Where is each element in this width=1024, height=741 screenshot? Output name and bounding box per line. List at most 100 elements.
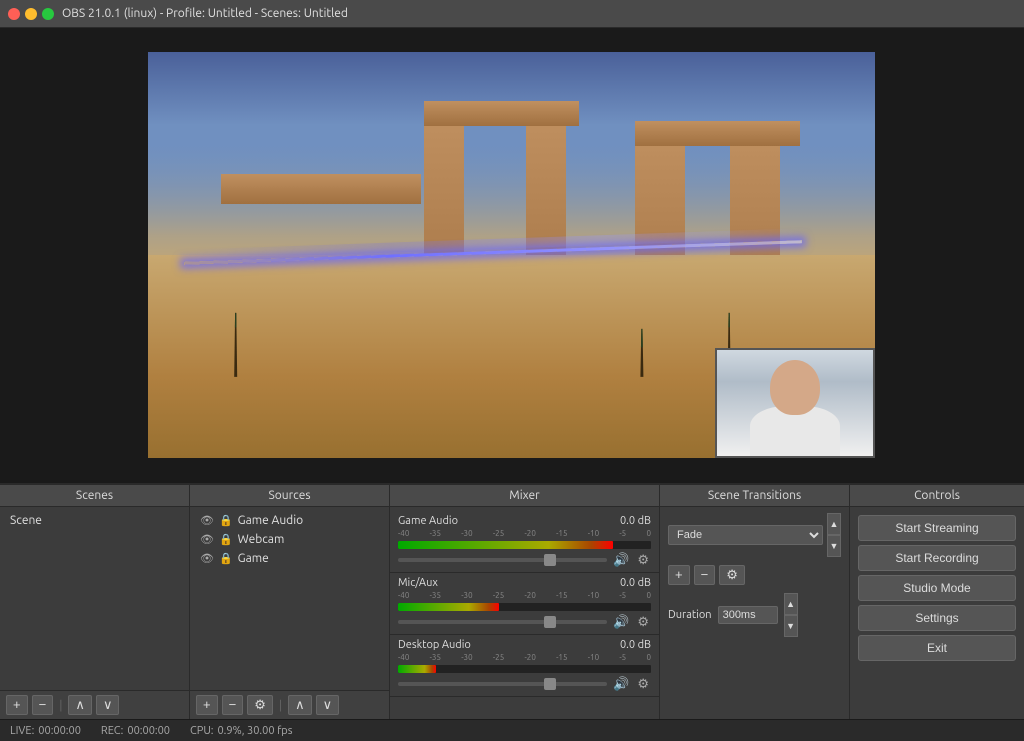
fader[interactable] xyxy=(398,620,607,624)
scenes-panel-header: Scenes xyxy=(0,485,189,507)
source-item-game[interactable]: 👁 🔒 Game xyxy=(194,549,385,568)
controls-header-label: Controls xyxy=(914,489,960,502)
close-button[interactable] xyxy=(8,8,20,20)
meter-ticks: -40-35-30-25-20-15-10-50 xyxy=(398,529,651,538)
add-scene-button[interactable]: + xyxy=(6,695,28,715)
move-scene-down-button[interactable]: ∨ xyxy=(96,695,120,715)
mixer-panel: Mixer Game Audio 0.0 dB -40-35-30-25-20-… xyxy=(390,485,660,719)
track-settings-button[interactable]: ⚙ xyxy=(635,676,651,692)
add-transition-button[interactable]: + xyxy=(668,565,690,585)
source-settings-button[interactable]: ⚙ xyxy=(247,695,273,715)
source-name: Game Audio xyxy=(238,514,303,527)
rec-label: REC: xyxy=(101,725,123,737)
source-item-webcam[interactable]: 👁 🔒 Webcam xyxy=(194,530,385,549)
source-name: Webcam xyxy=(238,533,285,546)
controls-panel-header: Controls xyxy=(850,485,1024,507)
cpu-label: CPU: xyxy=(190,725,213,737)
mixer-track-mic-aux: Mic/Aux 0.0 dB -40-35-30-25-20-15-10-50 … xyxy=(390,573,659,635)
statusbar: LIVE: 00:00:00 REC: 00:00:00 CPU: 0.9%, … xyxy=(0,719,1024,741)
duration-spin-down[interactable]: ▼ xyxy=(784,615,798,637)
window-controls[interactable] xyxy=(8,8,54,20)
transition-settings-button[interactable]: ⚙ xyxy=(719,565,745,585)
source-item-game-audio[interactable]: 👁 🔒 Game Audio xyxy=(194,511,385,530)
studio-mode-button[interactable]: Studio Mode xyxy=(858,575,1016,601)
maximize-button[interactable] xyxy=(42,8,54,20)
scenes-toolbar: + − | ∧ ∨ xyxy=(0,690,189,719)
move-source-down-button[interactable]: ∨ xyxy=(316,695,340,715)
meter-container xyxy=(398,665,651,673)
mute-button[interactable]: 🔊 xyxy=(611,552,631,568)
transitions-content: Fade Cut Swipe ▲ ▼ + − ⚙ Duration ▲ xyxy=(660,507,849,719)
fader-row: 🔊 ⚙ xyxy=(398,676,651,692)
titlebar: OBS 21.0.1 (linux) - Profile: Untitled -… xyxy=(0,0,1024,28)
track-name: Desktop Audio xyxy=(398,639,471,651)
sources-panel: Sources 👁 🔒 Game Audio 👁 🔒 Webcam 👁 🔒 Ga… xyxy=(190,485,390,719)
fader-thumb[interactable] xyxy=(544,554,556,566)
lock-icon: 🔒 xyxy=(219,552,233,565)
scenes-panel: Scenes Scene + − | ∧ ∨ xyxy=(0,485,190,719)
remove-transition-button[interactable]: − xyxy=(694,565,716,585)
mute-button[interactable]: 🔊 xyxy=(611,614,631,630)
mixer-tracks: Game Audio 0.0 dB -40-35-30-25-20-15-10-… xyxy=(390,507,659,719)
mute-button[interactable]: 🔊 xyxy=(611,676,631,692)
add-source-button[interactable]: + xyxy=(196,695,218,715)
fader[interactable] xyxy=(398,558,607,562)
meter-container xyxy=(398,541,651,549)
start-streaming-button[interactable]: Start Streaming xyxy=(858,515,1016,541)
lock-icon: 🔒 xyxy=(219,533,233,546)
transition-spinners: ▲ ▼ xyxy=(827,513,841,557)
sources-header-label: Sources xyxy=(268,489,310,502)
transition-toolbar: + − ⚙ xyxy=(668,565,841,585)
transition-spin-up[interactable]: ▲ xyxy=(827,513,841,535)
cpu-status: CPU: 0.9%, 30.00 fps xyxy=(190,725,292,737)
duration-spin-up[interactable]: ▲ xyxy=(784,593,798,615)
meter-ticks: -40-35-30-25-20-15-10-50 xyxy=(398,653,651,662)
track-settings-button[interactable]: ⚙ xyxy=(635,552,651,568)
track-db: 0.0 dB xyxy=(620,515,651,527)
duration-spinners: ▲ ▼ xyxy=(784,593,798,637)
duration-input[interactable] xyxy=(718,606,778,624)
mixer-header-label: Mixer xyxy=(509,489,539,502)
scene-item[interactable]: Scene xyxy=(4,511,185,530)
fader-thumb[interactable] xyxy=(544,616,556,628)
track-name: Mic/Aux xyxy=(398,577,438,589)
mixer-track-desktop-audio: Desktop Audio 0.0 dB -40-35-30-25-20-15-… xyxy=(390,635,659,697)
eye-icon: 👁 xyxy=(200,514,214,527)
live-time: 00:00:00 xyxy=(38,725,81,737)
eye-icon: 👁 xyxy=(200,533,214,546)
controls-content: Start Streaming Start Recording Studio M… xyxy=(850,507,1024,719)
cpu-value: 0.9%, 30.00 fps xyxy=(217,725,292,737)
fader-thumb[interactable] xyxy=(544,678,556,690)
source-name: Game xyxy=(238,552,269,565)
transitions-panel-header: Scene Transitions xyxy=(660,485,849,507)
eye-icon: 👁 xyxy=(200,552,214,565)
remove-source-button[interactable]: − xyxy=(222,695,244,715)
track-db: 0.0 dB xyxy=(620,577,651,589)
sources-toolbar: + − ⚙ | ∧ ∨ xyxy=(190,690,389,719)
exit-button[interactable]: Exit xyxy=(858,635,1016,661)
mixer-track-game-audio: Game Audio 0.0 dB -40-35-30-25-20-15-10-… xyxy=(390,511,659,573)
track-name: Game Audio xyxy=(398,515,458,527)
move-source-up-button[interactable]: ∧ xyxy=(288,695,312,715)
minimize-button[interactable] xyxy=(25,8,37,20)
rec-time: 00:00:00 xyxy=(127,725,170,737)
webcam-overlay xyxy=(715,348,875,458)
track-db: 0.0 dB xyxy=(620,639,651,651)
transition-spin-down[interactable]: ▼ xyxy=(827,535,841,557)
transition-select[interactable]: Fade Cut Swipe xyxy=(668,525,823,545)
main-panels: Scenes Scene + − | ∧ ∨ Sources 👁 🔒 Game … xyxy=(0,483,1024,719)
transitions-panel: Scene Transitions Fade Cut Swipe ▲ ▼ + −… xyxy=(660,485,850,719)
duration-label: Duration xyxy=(668,609,712,621)
settings-button[interactable]: Settings xyxy=(858,605,1016,631)
mixer-panel-header: Mixer xyxy=(390,485,659,507)
duration-row: Duration ▲ ▼ xyxy=(668,593,841,637)
live-label: LIVE: xyxy=(10,725,34,737)
live-status: LIVE: 00:00:00 xyxy=(10,725,81,737)
fader[interactable] xyxy=(398,682,607,686)
meter-bar xyxy=(398,665,436,673)
fader-row: 🔊 ⚙ xyxy=(398,552,651,568)
start-recording-button[interactable]: Start Recording xyxy=(858,545,1016,571)
move-scene-up-button[interactable]: ∧ xyxy=(68,695,92,715)
remove-scene-button[interactable]: − xyxy=(32,695,54,715)
track-settings-button[interactable]: ⚙ xyxy=(635,614,651,630)
